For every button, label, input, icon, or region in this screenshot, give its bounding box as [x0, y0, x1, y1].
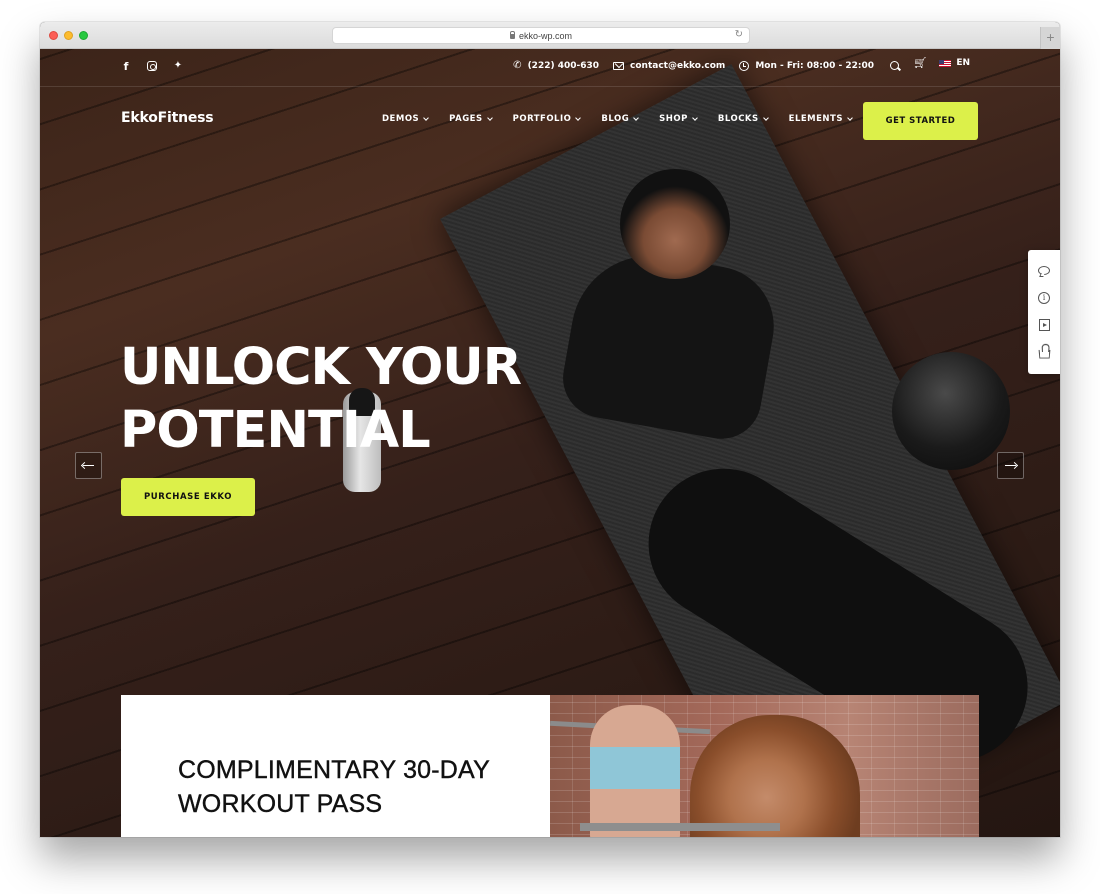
- chat-bubble-icon: [1038, 265, 1050, 275]
- maximize-window-button[interactable]: [79, 31, 88, 40]
- opening-hours: Mon - Fri: 08:00 - 22:00: [755, 60, 874, 71]
- promo-image-woman-background: [590, 705, 680, 837]
- get-started-button[interactable]: GET STARTED: [863, 102, 978, 140]
- browser-window: ekko-wp.com ↻ + f ✦ ✆ (222) 400-630 cont…: [40, 22, 1060, 837]
- hero-title-line-2: POTENTIAL: [120, 401, 431, 460]
- chevron-down-icon: [692, 114, 698, 121]
- purchase-ekko-button[interactable]: PURCHASE EKKO: [121, 478, 255, 516]
- promo-text-card: COMPLIMENTARY 30-DAY WORKOUT PASS: [121, 695, 550, 837]
- phone-item[interactable]: ✆ (222) 400-630: [513, 60, 599, 71]
- close-window-button[interactable]: [49, 31, 58, 40]
- browser-titlebar: ekko-wp.com ↻ +: [40, 22, 1060, 49]
- email-address: contact@ekko.com: [630, 60, 726, 71]
- menu-item-blocks[interactable]: BLOCKS: [717, 114, 769, 124]
- arrow-left-icon: [83, 464, 94, 467]
- info-icon: i: [1038, 292, 1050, 304]
- instagram-icon[interactable]: [146, 60, 158, 74]
- side-toolbar: i: [1028, 250, 1060, 374]
- top-info-bar: f ✦ ✆ (222) 400-630 contact@ekko.com Mon…: [40, 49, 1060, 87]
- promo-title-line-2: WORKOUT PASS: [178, 790, 383, 818]
- cart-icon[interactable]: 🛒: [914, 58, 926, 69]
- menu-label: BLOCKS: [717, 114, 759, 124]
- menu-item-portfolio[interactable]: PORTFOLIO: [512, 114, 582, 124]
- chevron-down-icon: [762, 114, 769, 121]
- promo-image-bar: [580, 823, 780, 831]
- clock-icon: [739, 60, 750, 71]
- side-chat-button[interactable]: [1036, 262, 1052, 278]
- url-text: ekko-wp.com: [518, 30, 572, 41]
- new-tab-button[interactable]: +: [1040, 27, 1060, 49]
- chevron-down-icon: [847, 114, 853, 121]
- twitter-icon[interactable]: ✦: [172, 60, 184, 74]
- page-viewport: f ✦ ✆ (222) 400-630 contact@ekko.com Mon…: [40, 49, 1060, 837]
- main-navbar: EkkoFitness DEMOS PAGES PORTFOLIO BLOG S…: [40, 87, 1060, 157]
- menu-item-pages[interactable]: PAGES: [449, 114, 493, 124]
- contact-info: ✆ (222) 400-630 contact@ekko.com Mon - F…: [513, 60, 874, 71]
- arrow-right-icon: [1005, 464, 1016, 467]
- social-links: f ✦: [120, 60, 184, 74]
- menu-label: SHOP: [659, 114, 688, 124]
- lock-icon: [509, 31, 516, 39]
- email-item[interactable]: contact@ekko.com: [613, 61, 725, 71]
- address-bar[interactable]: ekko-wp.com ↻: [332, 27, 750, 44]
- hero-title: UNLOCK YOUR POTENTIAL: [120, 336, 522, 462]
- promo-title-line-1: COMPLIMENTARY 30-DAY: [178, 756, 490, 784]
- slider-prev-button[interactable]: [75, 452, 102, 479]
- side-shop-button[interactable]: [1036, 344, 1052, 360]
- chevron-down-icon: [486, 114, 493, 121]
- screenshot-stage: ekko-wp.com ↻ + f ✦ ✆ (222) 400-630 cont…: [0, 0, 1100, 894]
- video-play-icon: [1038, 319, 1050, 331]
- phone-number: (222) 400-630: [527, 60, 600, 71]
- menu-label: ELEMENTS: [788, 114, 843, 124]
- promo-image-woman-foreground: [690, 715, 860, 837]
- site-logo[interactable]: EkkoFitness: [121, 110, 214, 126]
- reload-icon[interactable]: ↻: [735, 29, 743, 40]
- main-menu: DEMOS PAGES PORTFOLIO BLOG SHOP BLOCKS E…: [382, 114, 873, 124]
- menu-item-shop[interactable]: SHOP: [659, 114, 698, 124]
- menu-item-elements[interactable]: ELEMENTS: [788, 114, 853, 124]
- chevron-down-icon: [633, 114, 640, 121]
- chevron-down-icon: [423, 114, 430, 121]
- promo-section: COMPLIMENTARY 30-DAY WORKOUT PASS: [121, 695, 979, 837]
- mail-icon: [613, 61, 625, 70]
- hero-title-line-1: UNLOCK YOUR: [120, 338, 522, 397]
- us-flag-icon: [939, 59, 952, 67]
- side-info-button[interactable]: i: [1036, 290, 1052, 306]
- minimize-window-button[interactable]: [64, 31, 73, 40]
- menu-label: PORTFOLIO: [512, 114, 572, 124]
- promo-title: COMPLIMENTARY 30-DAY WORKOUT PASS: [178, 753, 490, 821]
- hero-image-athlete-head: [620, 169, 730, 279]
- menu-item-demos[interactable]: DEMOS: [382, 114, 430, 124]
- language-label: EN: [956, 58, 970, 68]
- menu-item-blog[interactable]: BLOG: [601, 114, 640, 124]
- shopping-bag-icon: [1038, 349, 1050, 359]
- menu-label: BLOG: [601, 114, 630, 124]
- chevron-down-icon: [575, 114, 582, 121]
- promo-image: [550, 695, 979, 837]
- hero-image-medicine-ball: [892, 352, 1010, 470]
- search-icon[interactable]: [890, 61, 899, 70]
- facebook-icon[interactable]: f: [120, 60, 132, 74]
- menu-label: PAGES: [449, 114, 483, 124]
- slider-next-button[interactable]: [997, 452, 1024, 479]
- menu-label: DEMOS: [382, 114, 420, 124]
- hours-item: Mon - Fri: 08:00 - 22:00: [739, 60, 874, 71]
- phone-icon: ✆: [513, 60, 522, 71]
- side-video-button[interactable]: [1036, 317, 1052, 333]
- language-switcher[interactable]: EN: [939, 58, 970, 68]
